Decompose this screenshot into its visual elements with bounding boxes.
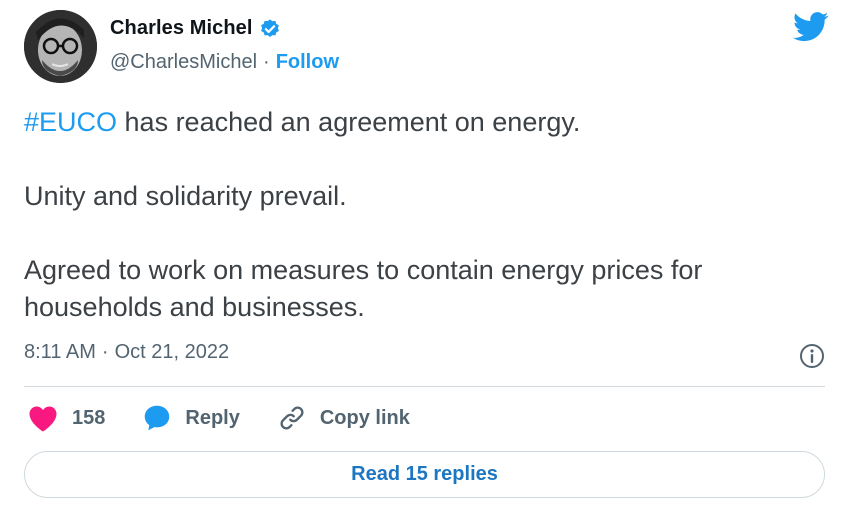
author-handle-row: @CharlesMichel · Follow: [110, 51, 339, 74]
author-handle[interactable]: @CharlesMichel: [110, 51, 257, 74]
follow-button[interactable]: Follow: [276, 51, 339, 74]
info-icon[interactable]: [799, 343, 825, 369]
tweet-line-1-text: has reached an agreement on energy.: [117, 107, 581, 137]
verified-badge-icon: [259, 18, 281, 40]
tweet-date: Oct 21, 2022: [114, 341, 230, 363]
tweet-body: #EUCO has reached an agreement on energy…: [24, 104, 824, 326]
avatar[interactable]: [24, 10, 97, 83]
twitter-bird-icon[interactable]: [793, 12, 829, 42]
speech-bubble-icon: [145, 405, 170, 431]
avatar-image: [24, 10, 97, 83]
like-count: 158: [72, 406, 106, 429]
author-name-row: Charles Michel: [110, 17, 281, 40]
read-replies-button[interactable]: Read 15 replies: [24, 451, 825, 498]
copy-link-button[interactable]: Copy link: [278, 404, 410, 432]
tweet-embed: Charles Michel @CharlesMichel · Follow #…: [0, 0, 849, 512]
read-replies-label: Read 15 replies: [351, 463, 498, 485]
copy-link-label: Copy link: [319, 406, 410, 429]
author-display-name[interactable]: Charles Michel: [110, 17, 253, 40]
tweet-timestamp[interactable]: 8:11 AM · Oct 21, 2022: [24, 341, 229, 364]
tweet-line-3: Agreed to work on measures to contain en…: [24, 255, 703, 322]
link-icon: [280, 406, 304, 430]
tweet-line-1: #EUCO has reached an agreement on energy…: [24, 104, 824, 141]
divider: [24, 386, 825, 387]
like-button[interactable]: 158: [28, 405, 105, 432]
handle-separator: ·: [263, 51, 270, 73]
reply-button[interactable]: Reply: [143, 404, 240, 432]
tweet-actions: 158 Reply Copy link: [28, 404, 448, 432]
reply-label: Reply: [185, 406, 240, 429]
timestamp-separator: ·: [101, 341, 109, 363]
heart-icon: [29, 405, 57, 432]
tweet-time: 8:11 AM: [24, 341, 96, 363]
tweet-line-2: Unity and solidarity prevail.: [24, 181, 347, 211]
hashtag-link[interactable]: #EUCO: [24, 107, 117, 137]
